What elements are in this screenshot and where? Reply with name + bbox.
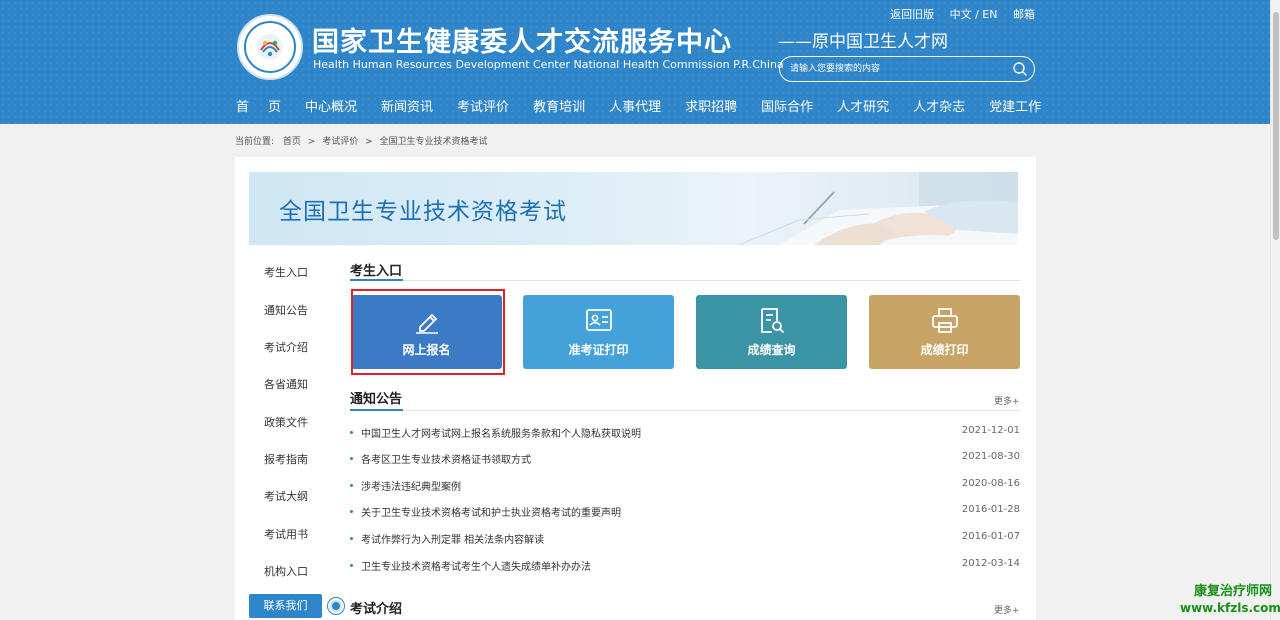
site-title: 国家卫生健康委人才交流服务中心 <box>312 27 732 58</box>
tile-admission-ticket[interactable]: 准考证打印 <box>523 295 674 369</box>
breadcrumb-separator: > <box>365 137 373 147</box>
breadcrumb: 当前位置: 首页 > 考试评价 > 全国卫生专业技术资格考试 <box>235 134 488 147</box>
bullet-icon <box>350 564 353 567</box>
search-box <box>779 56 1035 82</box>
site-logo[interactable] <box>237 14 303 80</box>
selection-highlight-box <box>351 289 505 375</box>
sidebar-item-exam-intro[interactable]: 考试介绍 <box>264 339 308 355</box>
section-rule <box>403 280 1020 281</box>
nav-magazine[interactable]: 人才杂志 <box>913 96 965 120</box>
notice-date: 2016-01-28 <box>961 504 1020 515</box>
sidebar-item-institution[interactable]: 机构入口 <box>264 563 308 579</box>
sidebar-item-notices[interactable]: 通知公告 <box>264 302 308 318</box>
notice-date: 2012-03-14 <box>961 558 1020 569</box>
mailbox-link[interactable]: 邮箱 <box>1013 8 1035 21</box>
sidebar-item-provincial-notices[interactable]: 各省通知 <box>264 376 308 392</box>
notice-item[interactable]: 中国卫生人才网考试网上报名系统服务条款和个人隐私获取说明 2021-12-01 <box>350 425 1020 441</box>
main-nav: 首页 中心概况 新闻资讯 考试评价 教育培训 人事代理 求职招聘 国际合作 人才… <box>236 96 1065 120</box>
banner-title: 全国卫生专业技术资格考试 <box>279 199 567 225</box>
document-search-icon <box>761 308 785 334</box>
nav-party[interactable]: 党建工作 <box>989 96 1041 120</box>
search-icon[interactable] <box>1012 61 1028 77</box>
bullet-icon <box>350 431 353 434</box>
notice-title[interactable]: 各考区卫生专业技术资格证书领取方式 <box>361 451 531 466</box>
nav-jobs[interactable]: 求职招聘 <box>685 96 737 120</box>
notice-date: 2016-01-07 <box>961 531 1020 542</box>
notice-item[interactable]: 各考区卫生专业技术资格证书领取方式 2021-08-30 <box>350 451 1020 467</box>
notice-title[interactable]: 关于卫生专业技术资格考试和护士执业资格考试的重要声明 <box>361 504 621 519</box>
top-links: 返回旧版 中文 / EN 邮箱 <box>878 6 1035 22</box>
bullet-icon <box>350 537 353 540</box>
nav-exam[interactable]: 考试评价 <box>457 96 509 120</box>
nav-home[interactable]: 首页 <box>236 96 300 120</box>
page-banner: 全国卫生专业技术资格考试 <box>249 172 1018 245</box>
notice-title[interactable]: 中国卫生人才网考试网上报名系统服务条款和个人隐私获取说明 <box>361 425 641 440</box>
tile-score-print[interactable]: 成绩打印 <box>869 295 1020 369</box>
watermark-line2: www.kfzls.com <box>1180 601 1280 615</box>
site-slogan: ——原中国卫生人才网 <box>778 32 948 52</box>
breadcrumb-label: 当前位置: <box>235 137 275 147</box>
bullet-icon <box>350 484 353 487</box>
notice-date: 2021-12-01 <box>961 425 1020 436</box>
section-underline <box>350 409 403 411</box>
notices-more-link[interactable]: 更多+ <box>994 394 1020 407</box>
site-header: 国家卫生健康委人才交流服务中心 Health Human Resources D… <box>0 0 1270 124</box>
nav-research[interactable]: 人才研究 <box>837 96 889 120</box>
printer-icon <box>932 308 958 333</box>
id-card-icon <box>586 309 612 331</box>
tile-label: 成绩查询 <box>747 343 796 357</box>
site-subtitle: Health Human Resources Development Cente… <box>313 58 784 71</box>
banner-hands-illustration <box>738 172 1018 245</box>
notice-date: 2021-08-30 <box>961 451 1020 462</box>
page-scrollbar[interactable] <box>1270 0 1280 620</box>
notice-item[interactable]: 卫生专业技术资格考试考生个人遗失成绩单补办办法 2012-03-14 <box>350 558 1020 574</box>
breadcrumb-home[interactable]: 首页 <box>283 137 301 147</box>
nav-news[interactable]: 新闻资讯 <box>381 96 433 120</box>
sidebar-item-guide[interactable]: 报考指南 <box>264 451 308 467</box>
bullet-icon <box>350 510 353 513</box>
watermark-line1: 康复治疗师网 <box>1193 584 1272 599</box>
breadcrumb-exam[interactable]: 考试评价 <box>322 137 358 147</box>
intro-more-link[interactable]: 更多+ <box>994 603 1020 616</box>
notice-item[interactable]: 考试作弊行为入刑定罪 相关法条内容解读 2016-01-07 <box>350 531 1020 547</box>
tile-label: 成绩打印 <box>920 343 969 357</box>
old-version-link[interactable]: 返回旧版 <box>890 8 934 21</box>
section-title-notices: 通知公告 <box>350 392 403 407</box>
logo-emblem-icon <box>257 34 283 60</box>
site-watermark: 康复治疗师网 www.kfzls.com <box>1180 584 1280 616</box>
scrollbar-thumb[interactable] <box>1273 12 1279 240</box>
sidebar-item-syllabus[interactable]: 考试大纲 <box>264 488 308 504</box>
contact-us-button[interactable]: 联系我们 <box>249 594 322 618</box>
sidebar-item-books[interactable]: 考试用书 <box>264 526 308 542</box>
sidebar-item-policy[interactable]: 政策文件 <box>264 414 308 430</box>
contact-indicator-icon <box>330 600 342 612</box>
section-title-intro: 考试介绍 <box>350 602 403 617</box>
search-input[interactable] <box>790 61 1000 77</box>
tile-label: 准考证打印 <box>568 343 629 357</box>
notice-title[interactable]: 卫生专业技术资格考试考生个人遗失成绩单补办办法 <box>361 558 591 573</box>
notice-title[interactable]: 考试作弊行为入刑定罪 相关法条内容解读 <box>361 531 544 546</box>
notice-date: 2020-08-16 <box>961 478 1020 489</box>
section-title-entry: 考生入口 <box>350 264 403 279</box>
notice-item[interactable]: 涉考违法违纪典型案例 2020-08-16 <box>350 478 1020 494</box>
bullet-icon <box>350 457 353 460</box>
notice-item[interactable]: 关于卫生专业技术资格考试和护士执业资格考试的重要声明 2016-01-28 <box>350 504 1020 520</box>
notice-title[interactable]: 涉考违法违纪典型案例 <box>361 478 461 493</box>
section-underline <box>350 279 403 281</box>
main-card: 全国卫生专业技术资格考试 考生入口 通知公告 考试介绍 各省通知 政策文件 报考… <box>235 157 1036 620</box>
nav-international[interactable]: 国际合作 <box>761 96 813 120</box>
breadcrumb-current: 全国卫生专业技术资格考试 <box>379 137 488 147</box>
breadcrumb-separator: > <box>307 137 316 147</box>
language-switch[interactable]: 中文 / EN <box>950 8 998 21</box>
section-rule <box>403 410 1020 411</box>
tile-score-query[interactable]: 成绩查询 <box>696 295 847 369</box>
nav-training[interactable]: 教育培训 <box>533 96 585 120</box>
sidebar-item-candidate-entry[interactable]: 考生入口 <box>264 264 308 280</box>
nav-about[interactable]: 中心概况 <box>305 96 357 120</box>
nav-personnel[interactable]: 人事代理 <box>609 96 661 120</box>
